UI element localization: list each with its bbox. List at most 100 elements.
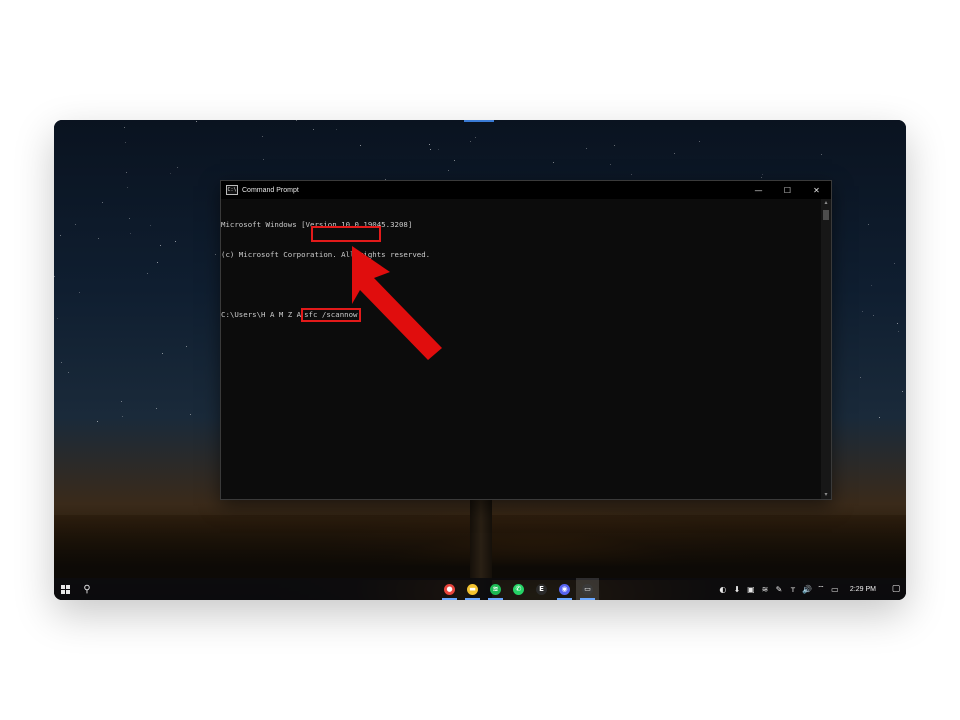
star (126, 172, 128, 174)
star (59, 235, 61, 237)
star (196, 120, 198, 122)
start-button[interactable] (54, 578, 76, 600)
console-prompt: C:\Users\H A M Z A (221, 310, 302, 319)
taskbar-app[interactable]: ● (438, 578, 461, 600)
window-title: Command Prompt (242, 186, 299, 194)
star (699, 141, 701, 143)
scroll-down-icon[interactable]: ▾ (821, 491, 831, 499)
star (429, 148, 431, 150)
maximize-button[interactable]: ☐ (773, 181, 802, 199)
star (862, 310, 864, 312)
console-command-highlighted: sfc /scannow (301, 308, 361, 322)
star (189, 414, 191, 416)
star (96, 420, 98, 422)
star (630, 173, 632, 175)
console-line-copyright: (c) Microsoft Corporation. All rights re… (221, 250, 431, 259)
star (78, 291, 80, 293)
star (98, 238, 100, 240)
star (150, 225, 151, 226)
star (674, 153, 676, 155)
star (215, 254, 217, 256)
star (474, 136, 476, 138)
hardware-tray-icon[interactable]: ✎ (772, 578, 786, 600)
star (313, 129, 315, 131)
scroll-thumb[interactable] (823, 210, 829, 220)
discord-icon: ◉ (559, 583, 570, 595)
window-titlebar[interactable]: C:\ Command Prompt — ☐ ✕ (221, 181, 831, 199)
window-controls: — ☐ ✕ (744, 181, 831, 199)
taskbar-app[interactable]: ▭ (576, 578, 599, 600)
command-prompt-icon: ▭ (582, 583, 593, 595)
star (124, 141, 126, 143)
spotify-icon: ≋ (490, 583, 501, 595)
network-icon[interactable]: ⌔ (814, 578, 828, 600)
desktop-screen: C:\ Command Prompt — ☐ ✕ Microsoft Windo… (54, 120, 906, 600)
console-scrollbar[interactable]: ▴ ▾ (821, 199, 831, 499)
command-prompt-window[interactable]: C:\ Command Prompt — ☐ ✕ Microsoft Windo… (220, 180, 832, 500)
star (54, 275, 56, 277)
star (470, 140, 472, 142)
language-tray-icon[interactable]: ᴛ (786, 578, 800, 600)
star (295, 120, 297, 121)
clock[interactable]: 2:29 PM (850, 586, 876, 593)
star (174, 240, 176, 242)
minimize-button[interactable]: — (744, 181, 773, 199)
notification-icon[interactable]: ▢ (886, 578, 906, 600)
download-arrow-icon[interactable]: ⬇ (730, 578, 744, 600)
display-icon[interactable]: ▭ (828, 578, 842, 600)
star (261, 136, 263, 138)
search-icon[interactable]: ⚲ (76, 578, 98, 600)
scroll-up-icon[interactable]: ▴ (821, 199, 831, 207)
star (614, 144, 616, 146)
star (761, 173, 763, 175)
star (156, 407, 158, 409)
star (130, 232, 132, 234)
star (429, 144, 431, 146)
console-prompt-line: C:\Users\H A M Z Asfc /scannow (221, 308, 821, 322)
spotify-tray-icon[interactable]: ≋ (758, 578, 772, 600)
star (162, 353, 164, 355)
star (102, 202, 104, 204)
taskbar-app[interactable]: ▬ (461, 578, 484, 600)
nvidia-icon[interactable]: ▣ (744, 578, 758, 600)
star (448, 170, 450, 172)
star (57, 318, 59, 320)
star (335, 128, 337, 130)
windows-logo-icon (60, 584, 70, 594)
console-line-blank (221, 280, 821, 290)
star (897, 323, 899, 325)
star (871, 284, 873, 286)
taskbar-app[interactable]: ◉ (553, 578, 576, 600)
star (61, 362, 63, 363)
star (897, 330, 899, 332)
star (170, 172, 172, 174)
chrome-icon: ● (444, 583, 455, 595)
discord-tray-icon[interactable]: ◐ (716, 578, 730, 600)
star (453, 160, 455, 162)
taskbar-app[interactable]: E (530, 578, 553, 600)
star (129, 217, 131, 219)
star (263, 159, 265, 161)
star (146, 272, 148, 274)
tray-icons: ◐ ⬇ ▣ ≋ ✎ ᴛ 🔊 ⌔ ▭ (716, 578, 842, 600)
star (552, 162, 554, 164)
star (121, 416, 123, 418)
taskbar-app[interactable]: ✆ (507, 578, 530, 600)
star (873, 314, 875, 316)
console-output[interactable]: Microsoft Windows [Version 10.0.19045.32… (221, 199, 821, 499)
star (585, 147, 587, 149)
cmd-app-icon: C:\ (226, 185, 238, 195)
star (74, 223, 76, 225)
volume-icon[interactable]: 🔊 (800, 578, 814, 600)
star (156, 262, 158, 264)
file-explorer-icon: ▬ (467, 583, 478, 595)
star (68, 371, 70, 373)
star (867, 223, 869, 225)
epic-games-icon: E (536, 583, 547, 595)
star (437, 148, 439, 150)
star (120, 401, 122, 403)
star (185, 346, 187, 348)
star (159, 244, 161, 246)
taskbar-app[interactable]: ≋ (484, 578, 507, 600)
close-button[interactable]: ✕ (802, 181, 831, 199)
